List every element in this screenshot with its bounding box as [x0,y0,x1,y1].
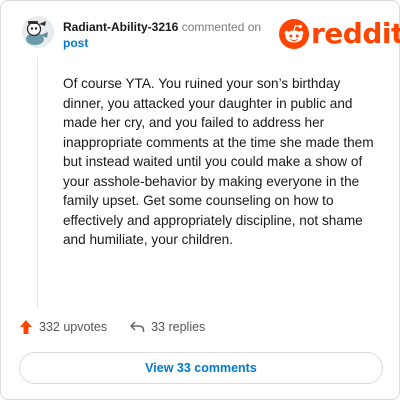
replies-button[interactable]: 33 replies [129,320,205,334]
reddit-snoo-icon [279,19,309,49]
thread-line[interactable] [37,57,38,309]
upvote-button[interactable]: 332 upvotes [19,319,107,335]
upvote-arrow-icon [20,320,32,334]
replies-count: 33 replies [151,320,206,334]
reddit-logo[interactable]: reddit [279,19,400,49]
comment-body: Of course YTA. You ruined your son’s bir… [63,76,374,247]
view-comments-button[interactable]: View 33 comments [19,352,383,384]
post-link[interactable]: post [63,36,88,50]
user-avatar[interactable] [21,15,55,49]
comment-actions: 332 upvotes 33 replies [19,317,227,337]
username-link[interactable]: Radiant-Ability-3216 [63,20,178,34]
reply-arrow-icon [130,321,145,332]
reddit-wordmark: reddit [311,17,400,50]
action-text: commented on [181,20,262,34]
comment-card: Radiant-Ability-3216 commented on post r… [0,0,400,400]
comment-header: Radiant-Ability-3216 commented on post [63,19,283,51]
upvotes-count: 332 upvotes [39,320,108,334]
